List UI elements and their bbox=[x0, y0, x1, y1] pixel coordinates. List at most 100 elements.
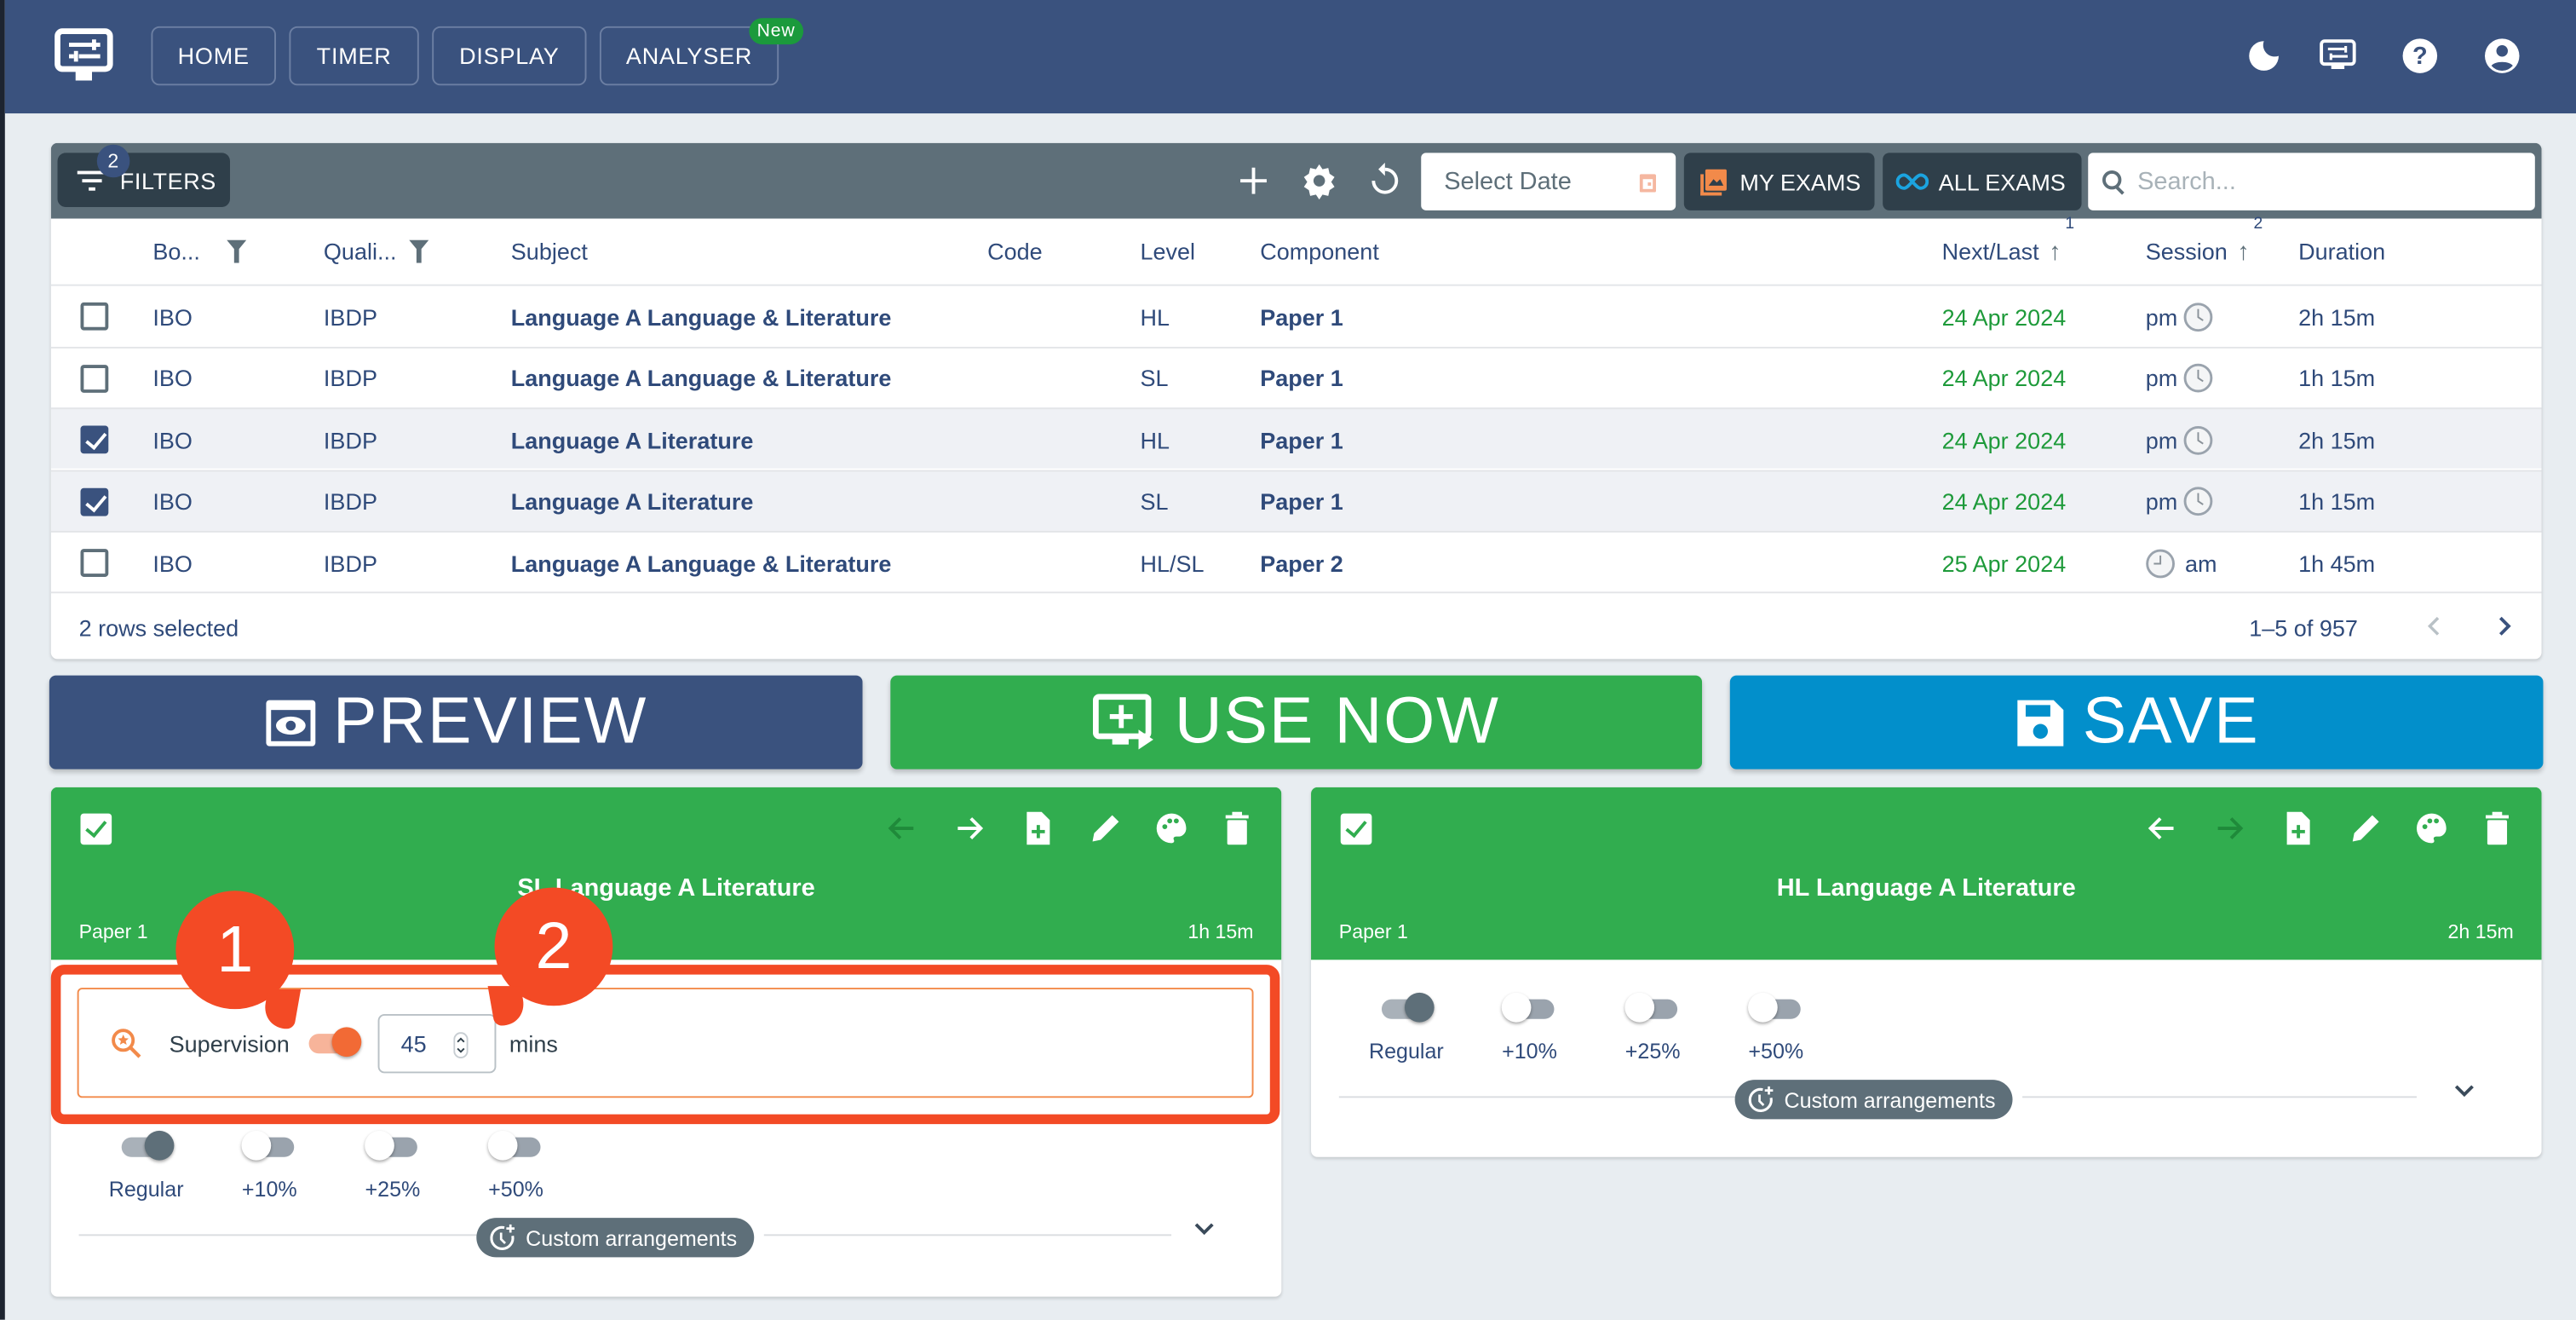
more-time-icon bbox=[1748, 1086, 1774, 1112]
clock-icon bbox=[2146, 548, 2175, 578]
more-time-icon bbox=[490, 1224, 515, 1250]
save-label: SAVE bbox=[2082, 685, 2260, 758]
exam-table-card: 2 FILTERS Select Date MY EXAMS ALL EXAMS… bbox=[50, 142, 2542, 660]
preview-button[interactable]: PREVIEW bbox=[49, 675, 863, 770]
palette-icon[interactable] bbox=[2413, 810, 2449, 846]
row-checkbox[interactable] bbox=[80, 549, 109, 577]
edit-icon[interactable] bbox=[1088, 810, 1124, 846]
cell-level: HL/SL bbox=[1140, 550, 1205, 576]
row-checkbox[interactable] bbox=[80, 487, 109, 516]
divider bbox=[2022, 1096, 2417, 1098]
note-add-icon[interactable] bbox=[2280, 810, 2316, 846]
delete-icon[interactable] bbox=[2479, 810, 2515, 846]
column-header-code[interactable]: Code bbox=[987, 219, 1043, 285]
filters-button[interactable]: 2 FILTERS bbox=[57, 144, 231, 208]
column-header-session[interactable]: Session ↑ 2 bbox=[2146, 216, 2263, 285]
table-row[interactable]: IBO IBDP Language A Language & Literature H… bbox=[50, 284, 2542, 347]
app-logo-icon[interactable] bbox=[55, 28, 113, 84]
supervision-toggle[interactable] bbox=[308, 1027, 362, 1058]
sort-ascending-icon[interactable]: ↑ bbox=[2049, 238, 2061, 266]
card-title: HL Language A Literature bbox=[1776, 874, 2076, 902]
filter-active-icon[interactable] bbox=[226, 239, 246, 263]
display-settings-icon[interactable] bbox=[2318, 36, 2357, 75]
expand-more-icon[interactable] bbox=[1191, 1216, 1217, 1242]
expand-more-icon[interactable] bbox=[2451, 1078, 2477, 1104]
preview-icon bbox=[265, 699, 315, 746]
my-exams-label: MY EXAMS bbox=[1739, 168, 1861, 195]
move-right-icon[interactable] bbox=[2211, 810, 2247, 846]
delete-icon[interactable] bbox=[1219, 810, 1255, 846]
toggle-knob bbox=[1501, 992, 1532, 1023]
previous-page-icon[interactable] bbox=[2424, 614, 2447, 637]
column-header-next-last[interactable]: Next/Last ↑ 1 bbox=[1942, 216, 2075, 285]
column-header-qualification[interactable]: Quali... bbox=[324, 219, 430, 285]
table-row[interactable]: IBO IBDP Language A Language & Literature S… bbox=[50, 345, 2542, 408]
help-icon[interactable]: ? bbox=[2401, 36, 2440, 75]
supervision-minutes-input[interactable]: 45 bbox=[377, 1013, 497, 1074]
exam-card-hl: HL Language A Literature Paper 1 2h 15m … bbox=[1311, 787, 2542, 1157]
arrangement-toggle[interactable] bbox=[241, 1130, 297, 1161]
palette-icon[interactable] bbox=[1153, 810, 1189, 846]
edit-icon[interactable] bbox=[2348, 810, 2383, 846]
row-checkbox[interactable] bbox=[80, 302, 109, 331]
card-select-checkbox[interactable] bbox=[1340, 813, 1372, 845]
cell-session: pm bbox=[2146, 348, 2214, 408]
account-icon[interactable] bbox=[2482, 36, 2521, 75]
nav-timer[interactable]: TIMER bbox=[289, 26, 419, 86]
move-right-icon[interactable] bbox=[952, 810, 987, 846]
sort-ascending-icon[interactable]: ↑ bbox=[2237, 238, 2249, 266]
column-header-level[interactable]: Level bbox=[1140, 219, 1195, 285]
add-icon[interactable] bbox=[1233, 161, 1273, 200]
cell-subject: Language A Language & Literature bbox=[510, 365, 892, 392]
calendar-icon[interactable] bbox=[1639, 173, 1657, 193]
cell-component: Paper 1 bbox=[1260, 365, 1343, 392]
custom-arrangements-chip[interactable]: Custom arrangements bbox=[476, 1218, 754, 1258]
search-input[interactable]: Search... bbox=[2088, 153, 2535, 210]
note-add-icon[interactable] bbox=[1021, 810, 1056, 846]
table-row[interactable]: IBO IBDP Language A Literature SL Paper 1 24 … bbox=[50, 469, 2542, 530]
settings-icon[interactable] bbox=[1300, 161, 1339, 200]
row-checkbox[interactable] bbox=[80, 425, 109, 454]
cell-session: pm bbox=[2146, 286, 2214, 347]
column-header-duration[interactable]: Duration bbox=[2298, 219, 2385, 285]
moon-icon[interactable] bbox=[2244, 36, 2283, 75]
toggle-knob bbox=[144, 1130, 175, 1161]
my-exams-button[interactable]: MY EXAMS bbox=[1683, 153, 1875, 210]
arrangement-toggle[interactable] bbox=[365, 1130, 421, 1161]
arrangement-toggle[interactable] bbox=[1624, 992, 1681, 1023]
next-page-icon[interactable] bbox=[2493, 614, 2516, 637]
arrangement-toggle[interactable] bbox=[121, 1130, 175, 1161]
header-label: Subject bbox=[510, 238, 588, 265]
toggle-knob bbox=[1404, 992, 1435, 1023]
card-select-checkbox[interactable] bbox=[80, 813, 112, 845]
date-picker[interactable]: Select Date bbox=[1421, 153, 1676, 210]
reset-icon[interactable] bbox=[1366, 161, 1405, 200]
table-row[interactable]: IBO IBDP Language A Literature HL Paper 1 24 … bbox=[50, 407, 2542, 469]
cell-duration: 1h 15m bbox=[2298, 487, 2376, 515]
column-header-board[interactable]: Bo... bbox=[152, 219, 246, 285]
nav-display[interactable]: DISPLAY bbox=[432, 26, 587, 86]
table-row[interactable]: IBO IBDP Language A Language & Literature H… bbox=[50, 530, 2542, 591]
use-now-button[interactable]: USE NOW bbox=[890, 675, 1703, 770]
row-checkbox[interactable] bbox=[80, 364, 109, 392]
move-left-icon[interactable] bbox=[884, 810, 920, 846]
column-header-subject[interactable]: Subject bbox=[511, 219, 588, 285]
move-left-icon[interactable] bbox=[2144, 810, 2180, 846]
table-toolbar: 2 FILTERS Select Date MY EXAMS ALL EXAMS… bbox=[50, 142, 2542, 219]
filter-active-icon[interactable] bbox=[409, 239, 430, 263]
new-badge: New bbox=[749, 18, 804, 45]
arrangement-toggle[interactable] bbox=[487, 1130, 544, 1161]
number-spinner-icon[interactable] bbox=[453, 1032, 469, 1059]
toggle-knob bbox=[241, 1130, 272, 1161]
column-header-component[interactable]: Component bbox=[1260, 219, 1379, 285]
arrangement-toggle[interactable] bbox=[1748, 992, 1804, 1023]
all-exams-button[interactable]: ALL EXAMS bbox=[1883, 153, 2082, 210]
arrangement-toggle[interactable] bbox=[1381, 992, 1435, 1023]
arrangement-toggle[interactable] bbox=[1501, 992, 1558, 1023]
custom-arrangements-chip[interactable]: Custom arrangements bbox=[1734, 1080, 2012, 1120]
nav-analyser[interactable]: ANALYSER New bbox=[599, 18, 804, 86]
save-button[interactable]: SAVE bbox=[1729, 675, 2544, 770]
clock-icon bbox=[2184, 487, 2214, 516]
cell-component: Paper 1 bbox=[1260, 303, 1343, 330]
nav-home[interactable]: HOME bbox=[151, 26, 277, 86]
